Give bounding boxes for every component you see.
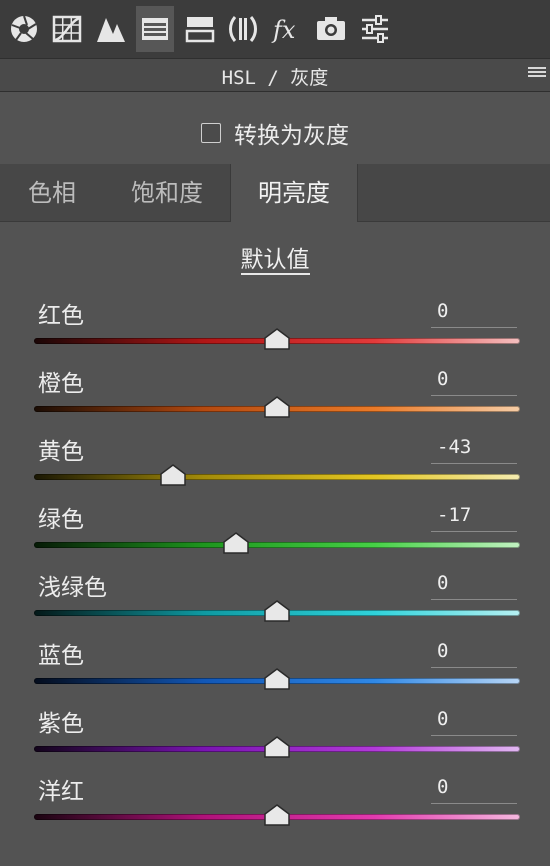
- tab-saturation[interactable]: 饱和度: [104, 164, 230, 221]
- slider-thumb[interactable]: [159, 464, 186, 486]
- effects-glyph: fx: [271, 16, 296, 44]
- defaults-link[interactable]: 默认值: [240, 247, 310, 275]
- detail-panel-button[interactable]: [92, 6, 130, 52]
- slider-row: 浅绿色 0: [0, 572, 550, 640]
- slider-value-field[interactable]: 0: [431, 296, 517, 328]
- slider-row: 橙色 0: [0, 368, 550, 436]
- slider-thumb[interactable]: [264, 736, 290, 758]
- grayscale-checkbox[interactable]: [201, 123, 221, 143]
- grayscale-label: 转换为灰度: [234, 123, 349, 149]
- tab-bar-filler: [358, 164, 550, 221]
- slider-value-field[interactable]: -43: [431, 432, 517, 464]
- split-toning-icon: [185, 17, 215, 43]
- slider-row: 黄色 -43: [0, 436, 550, 504]
- presets-icon: [362, 15, 388, 43]
- presets-button[interactable]: [356, 6, 394, 52]
- tone-curve-button[interactable]: [48, 6, 86, 52]
- slider-thumb[interactable]: [264, 396, 290, 418]
- tab-hue[interactable]: 色相: [0, 164, 104, 221]
- aperture-icon: [11, 15, 37, 42]
- hsl-tabs: 色相 饱和度 明亮度: [0, 164, 550, 222]
- slider-value-field[interactable]: 0: [431, 568, 517, 600]
- slider-row: 紫色 0: [0, 708, 550, 776]
- panel-menu-icon[interactable]: [528, 67, 546, 81]
- slider-value-field[interactable]: 0: [431, 704, 517, 736]
- effects-button[interactable]: fx: [268, 6, 306, 52]
- camera-calibration-button[interactable]: [312, 6, 350, 52]
- effects-icon: fx: [271, 16, 296, 44]
- slider-label: 红色: [38, 303, 84, 329]
- split-toning-button[interactable]: [181, 6, 219, 52]
- slider-track[interactable]: [34, 542, 520, 548]
- panel-header: HSL / 灰度: [0, 58, 550, 92]
- lens-corrections-icon: [229, 16, 257, 42]
- lens-corrections-button[interactable]: [224, 6, 262, 52]
- slider-track[interactable]: [34, 474, 520, 480]
- basic-panel-button[interactable]: [5, 6, 43, 52]
- slider-thumb[interactable]: [222, 532, 249, 554]
- defaults-link-wrap: 默认值: [0, 240, 550, 275]
- slider-thumb[interactable]: [264, 600, 290, 622]
- hsl-icon: [142, 18, 168, 40]
- slider-label: 绿色: [38, 507, 84, 533]
- convert-to-grayscale[interactable]: 转换为灰度: [201, 116, 349, 150]
- slider-thumb[interactable]: [264, 328, 290, 350]
- slider-row: 蓝色 0: [0, 640, 550, 708]
- slider-value-field[interactable]: 0: [431, 364, 517, 396]
- slider-value-field[interactable]: 0: [431, 772, 517, 804]
- slider-row: 绿色 -17: [0, 504, 550, 572]
- slider-label: 浅绿色: [38, 575, 107, 601]
- slider-label: 橙色: [38, 371, 84, 397]
- slider-label: 洋红: [38, 779, 84, 805]
- slider-label: 紫色: [38, 711, 84, 737]
- slider-row: 红色 0: [0, 300, 550, 368]
- panel-toolbar: fx: [0, 0, 550, 58]
- tab-luminance[interactable]: 明亮度: [230, 164, 358, 222]
- slider-value-field[interactable]: -17: [431, 500, 517, 532]
- slider-label: 蓝色: [38, 643, 84, 669]
- panel-title: HSL / 灰度: [221, 67, 329, 89]
- slider-value-field[interactable]: 0: [431, 636, 517, 668]
- slider-label: 黄色: [38, 439, 84, 465]
- slider-thumb[interactable]: [264, 804, 290, 826]
- slider-thumb[interactable]: [264, 668, 290, 690]
- tone-curve-icon: [52, 15, 82, 43]
- camera-calibration-icon: [317, 17, 345, 40]
- detail-icon: [97, 18, 125, 42]
- hsl-panel-button[interactable]: [136, 6, 174, 52]
- slider-row: 洋红 0: [0, 776, 550, 844]
